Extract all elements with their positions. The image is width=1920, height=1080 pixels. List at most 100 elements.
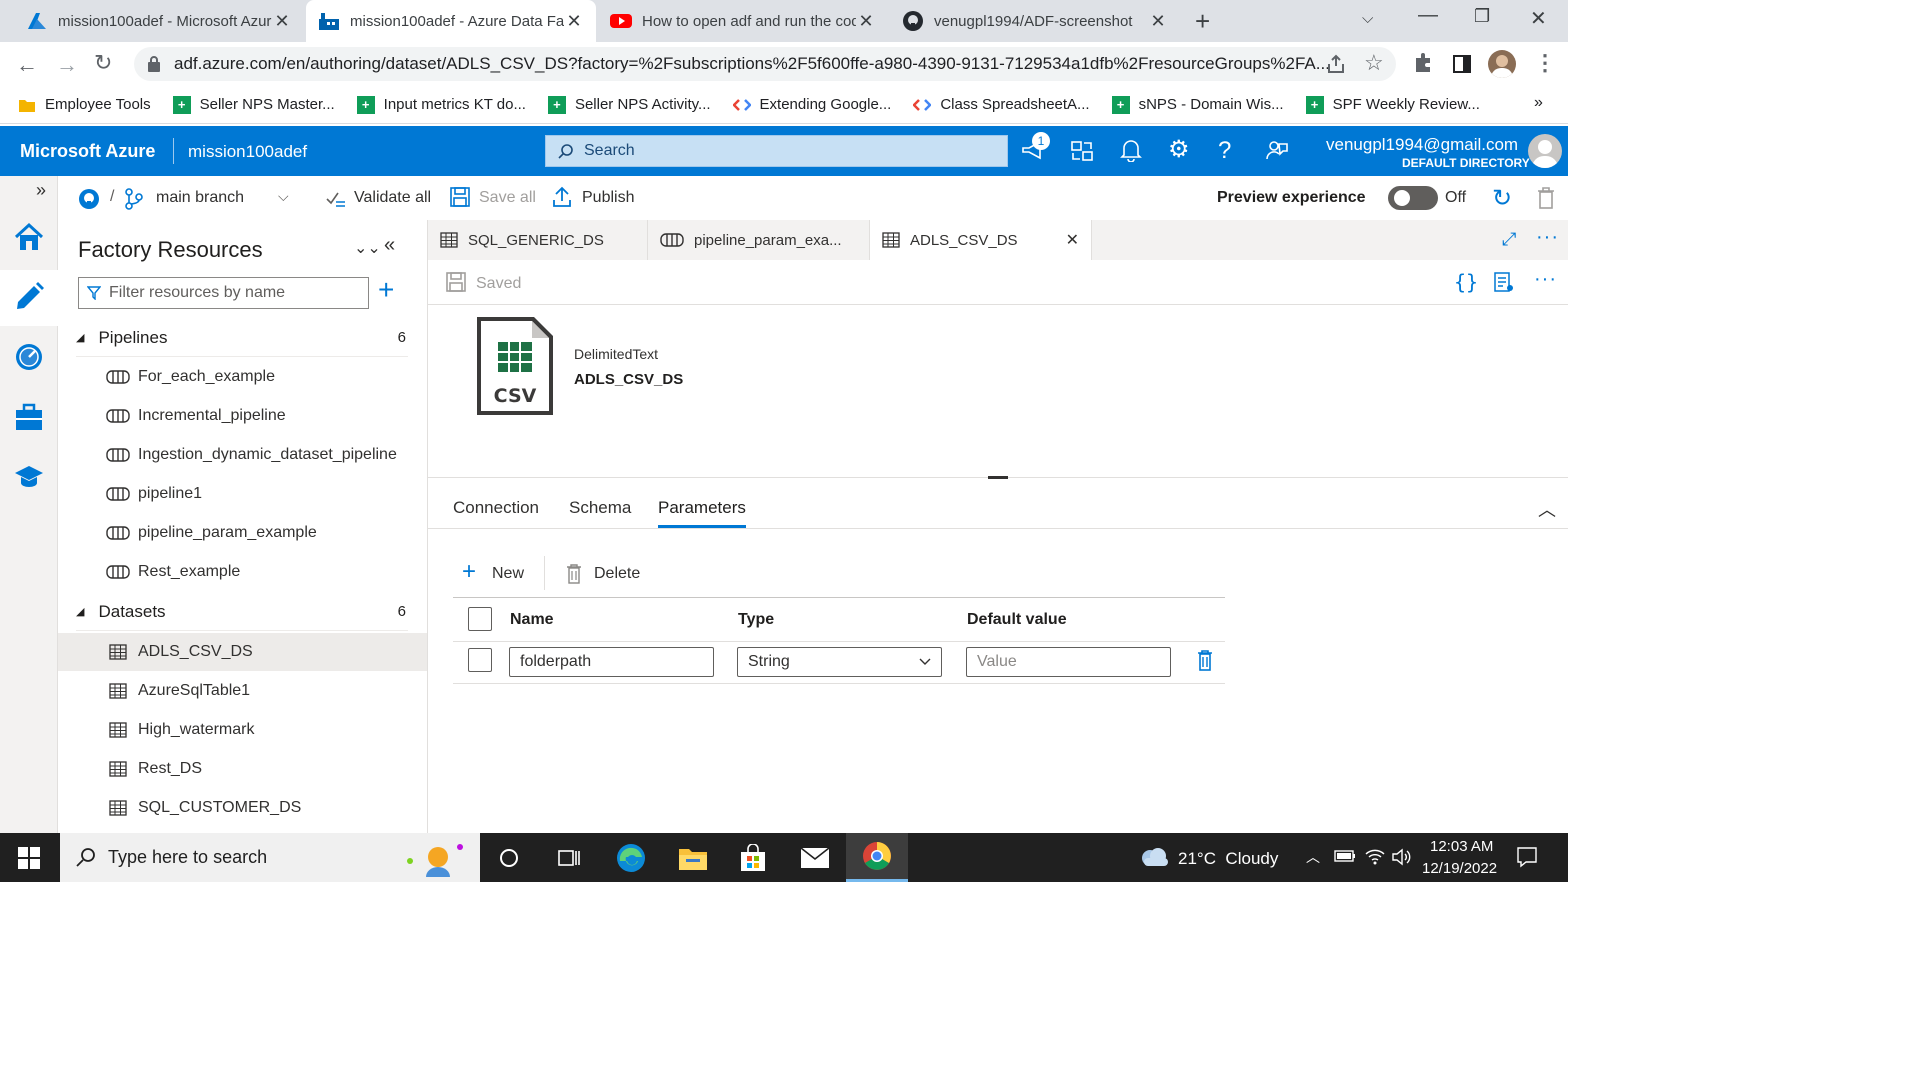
clock-time[interactable]: 12:03 AM bbox=[1430, 838, 1493, 855]
tab-search-chevron-icon[interactable]: ⌵ bbox=[1362, 10, 1373, 27]
publish-button[interactable]: Publish bbox=[582, 189, 634, 207]
windows-start-icon[interactable] bbox=[18, 847, 40, 869]
tree-item-dataset[interactable]: SQL_CUSTOMER_DS bbox=[58, 789, 427, 827]
close-tab-icon[interactable]: ✕ bbox=[564, 11, 584, 32]
close-tab-icon[interactable]: ✕ bbox=[856, 11, 876, 32]
validate-all-button[interactable]: Validate all bbox=[354, 189, 431, 207]
editor-more-options-icon[interactable]: ··· bbox=[1534, 268, 1557, 291]
tree-item-dataset[interactable]: High_watermark bbox=[58, 711, 427, 749]
row-checkbox[interactable] bbox=[468, 648, 492, 672]
doc-tab-pipeline-param[interactable]: pipeline_param_exa... bbox=[648, 220, 870, 260]
add-resource-plus-icon[interactable]: + bbox=[378, 276, 394, 304]
factory-name[interactable]: mission100adef bbox=[188, 142, 307, 162]
expand-rail-icon[interactable]: » bbox=[36, 180, 46, 201]
new-tab-button[interactable]: + bbox=[1195, 6, 1210, 37]
show-hidden-icons-chevron-icon[interactable]: ︿ bbox=[1306, 847, 1320, 867]
discard-trash-icon[interactable] bbox=[1536, 187, 1556, 209]
parameter-type-select[interactable]: String bbox=[737, 647, 942, 677]
more-bookmarks-button[interactable]: » bbox=[1534, 94, 1543, 112]
close-tab-icon[interactable]: ✕ bbox=[272, 11, 292, 32]
reload-icon[interactable]: ↻ bbox=[94, 50, 112, 76]
tree-item-pipeline[interactable]: Rest_example bbox=[58, 553, 427, 591]
tab-connection[interactable]: Connection bbox=[453, 498, 539, 528]
preview-toggle[interactable] bbox=[1388, 186, 1438, 210]
branch-dropdown-chevron-icon[interactable]: ⌵ bbox=[278, 188, 289, 205]
doc-tab-sql-generic-ds[interactable]: SQL_GENERIC_DS bbox=[428, 220, 648, 260]
forward-arrow-icon[interactable]: → bbox=[56, 52, 78, 78]
close-tab-icon[interactable]: ✕ bbox=[1066, 230, 1079, 250]
tree-item-dataset-selected[interactable]: ADLS_CSV_DS bbox=[58, 633, 427, 671]
maximize-expand-icon[interactable]: ⤢ bbox=[1502, 229, 1516, 250]
battery-icon[interactable] bbox=[1334, 849, 1356, 863]
tab-more-options-icon[interactable]: ··· bbox=[1536, 226, 1559, 249]
azure-search-box[interactable]: Search bbox=[545, 135, 1008, 167]
file-explorer-icon[interactable] bbox=[662, 833, 724, 882]
notifications-bell-icon[interactable] bbox=[1120, 138, 1142, 162]
author-pencil-icon[interactable] bbox=[14, 280, 44, 312]
close-window-button[interactable]: ✕ bbox=[1530, 6, 1547, 31]
bookmark-item[interactable]: + Seller NPS Master... bbox=[172, 95, 335, 114]
delete-parameter-button[interactable]: Delete bbox=[594, 565, 640, 583]
edge-browser-icon[interactable] bbox=[600, 833, 662, 882]
clock-date[interactable]: 12/19/2022 bbox=[1422, 860, 1497, 877]
learning-center-icon[interactable] bbox=[14, 464, 44, 490]
collapse-all-icon[interactable]: ⌄⌄ bbox=[354, 238, 381, 258]
collapse-panel-icon[interactable]: « bbox=[384, 234, 395, 257]
bookmark-item[interactable]: + Seller NPS Activity... bbox=[547, 95, 711, 114]
profile-avatar[interactable] bbox=[1488, 50, 1516, 78]
tab-parameters[interactable]: Parameters bbox=[658, 498, 746, 528]
task-view-icon[interactable] bbox=[538, 833, 600, 882]
collapse-panel-chevron-icon[interactable]: ︿ bbox=[1538, 496, 1556, 522]
bookmark-item[interactable]: Employee Tools bbox=[18, 96, 151, 114]
bookmark-item[interactable]: + Input metrics KT do... bbox=[356, 95, 526, 114]
tab-schema[interactable]: Schema bbox=[569, 498, 631, 528]
new-parameter-button[interactable]: New bbox=[492, 565, 524, 583]
tree-item-pipeline[interactable]: Ingestion_dynamic_dataset_pipeline bbox=[58, 436, 427, 474]
browser-menu-icon[interactable]: ⋮ bbox=[1534, 50, 1556, 76]
browser-tab-azure[interactable]: mission100adef - Microsoft Azure ✕ bbox=[14, 0, 304, 42]
weather-text[interactable]: 21°C Cloudy bbox=[1178, 849, 1278, 869]
bookmark-item[interactable]: Class SpreadsheetA... bbox=[913, 96, 1090, 114]
chrome-taskbar-icon[interactable] bbox=[846, 833, 908, 882]
notification-center-icon[interactable] bbox=[1516, 846, 1538, 868]
tree-item-pipeline[interactable]: pipeline_param_example bbox=[58, 514, 427, 552]
doc-tab-adls-csv-ds[interactable]: ADLS_CSV_DS ✕ bbox=[870, 220, 1092, 260]
tree-item-pipeline[interactable]: For_each_example bbox=[58, 358, 427, 396]
delete-row-trash-icon[interactable] bbox=[1197, 650, 1213, 672]
filter-resources-input[interactable]: Filter resources by name bbox=[78, 277, 369, 309]
browser-tab-data-factory[interactable]: mission100adef - Azure Data Factory ✕ bbox=[306, 0, 596, 42]
minimize-window-button[interactable]: — bbox=[1418, 4, 1438, 27]
properties-icon[interactable] bbox=[1494, 272, 1514, 292]
save-all-button[interactable]: Save all bbox=[479, 189, 536, 207]
tree-item-dataset[interactable]: Rest_DS bbox=[58, 750, 427, 788]
bookmark-item[interactable]: Extending Google... bbox=[732, 96, 891, 114]
close-tab-icon[interactable]: ✕ bbox=[1148, 11, 1168, 32]
wifi-icon[interactable] bbox=[1364, 847, 1386, 865]
tree-item-dataset[interactable]: AzureSqlTable1 bbox=[58, 672, 427, 710]
extensions-puzzle-icon[interactable] bbox=[1412, 52, 1434, 74]
home-icon[interactable] bbox=[14, 222, 44, 252]
datasets-group-header[interactable]: ◢ Datasets 6 bbox=[76, 593, 408, 631]
switch-directory-icon[interactable] bbox=[1070, 139, 1094, 163]
browser-tab-youtube[interactable]: How to open adf and run the code ✕ bbox=[598, 0, 888, 42]
bookmark-item[interactable]: + sNPS - Domain Wis... bbox=[1111, 95, 1284, 114]
user-email[interactable]: venugpl1994@gmail.com bbox=[1326, 135, 1518, 155]
tree-item-pipeline[interactable]: pipeline1 bbox=[58, 475, 427, 513]
pipelines-group-header[interactable]: ◢ Pipelines 6 bbox=[76, 319, 408, 357]
parameter-default-value-input[interactable]: Value bbox=[966, 647, 1171, 677]
task-view-cortana-icon[interactable] bbox=[478, 833, 540, 882]
mail-icon[interactable] bbox=[784, 833, 846, 882]
refresh-icon[interactable]: ↻ bbox=[1492, 184, 1512, 213]
share-icon[interactable] bbox=[1326, 54, 1346, 74]
tree-item-pipeline[interactable]: Incremental_pipeline bbox=[58, 397, 427, 435]
address-bar[interactable]: adf.azure.com/en/authoring/dataset/ADLS_… bbox=[134, 47, 1396, 81]
azure-brand[interactable]: Microsoft Azure bbox=[20, 141, 155, 162]
restore-window-button[interactable]: ❐ bbox=[1474, 6, 1490, 27]
branch-name[interactable]: main branch bbox=[156, 189, 244, 207]
volume-speaker-icon[interactable] bbox=[1392, 848, 1412, 866]
back-arrow-icon[interactable]: ← bbox=[16, 52, 38, 78]
bookmark-item[interactable]: + SPF Weekly Review... bbox=[1305, 95, 1480, 114]
microsoft-store-icon[interactable] bbox=[722, 833, 784, 882]
feedback-icon[interactable] bbox=[1265, 138, 1289, 162]
monitor-gauge-icon[interactable] bbox=[14, 342, 44, 372]
